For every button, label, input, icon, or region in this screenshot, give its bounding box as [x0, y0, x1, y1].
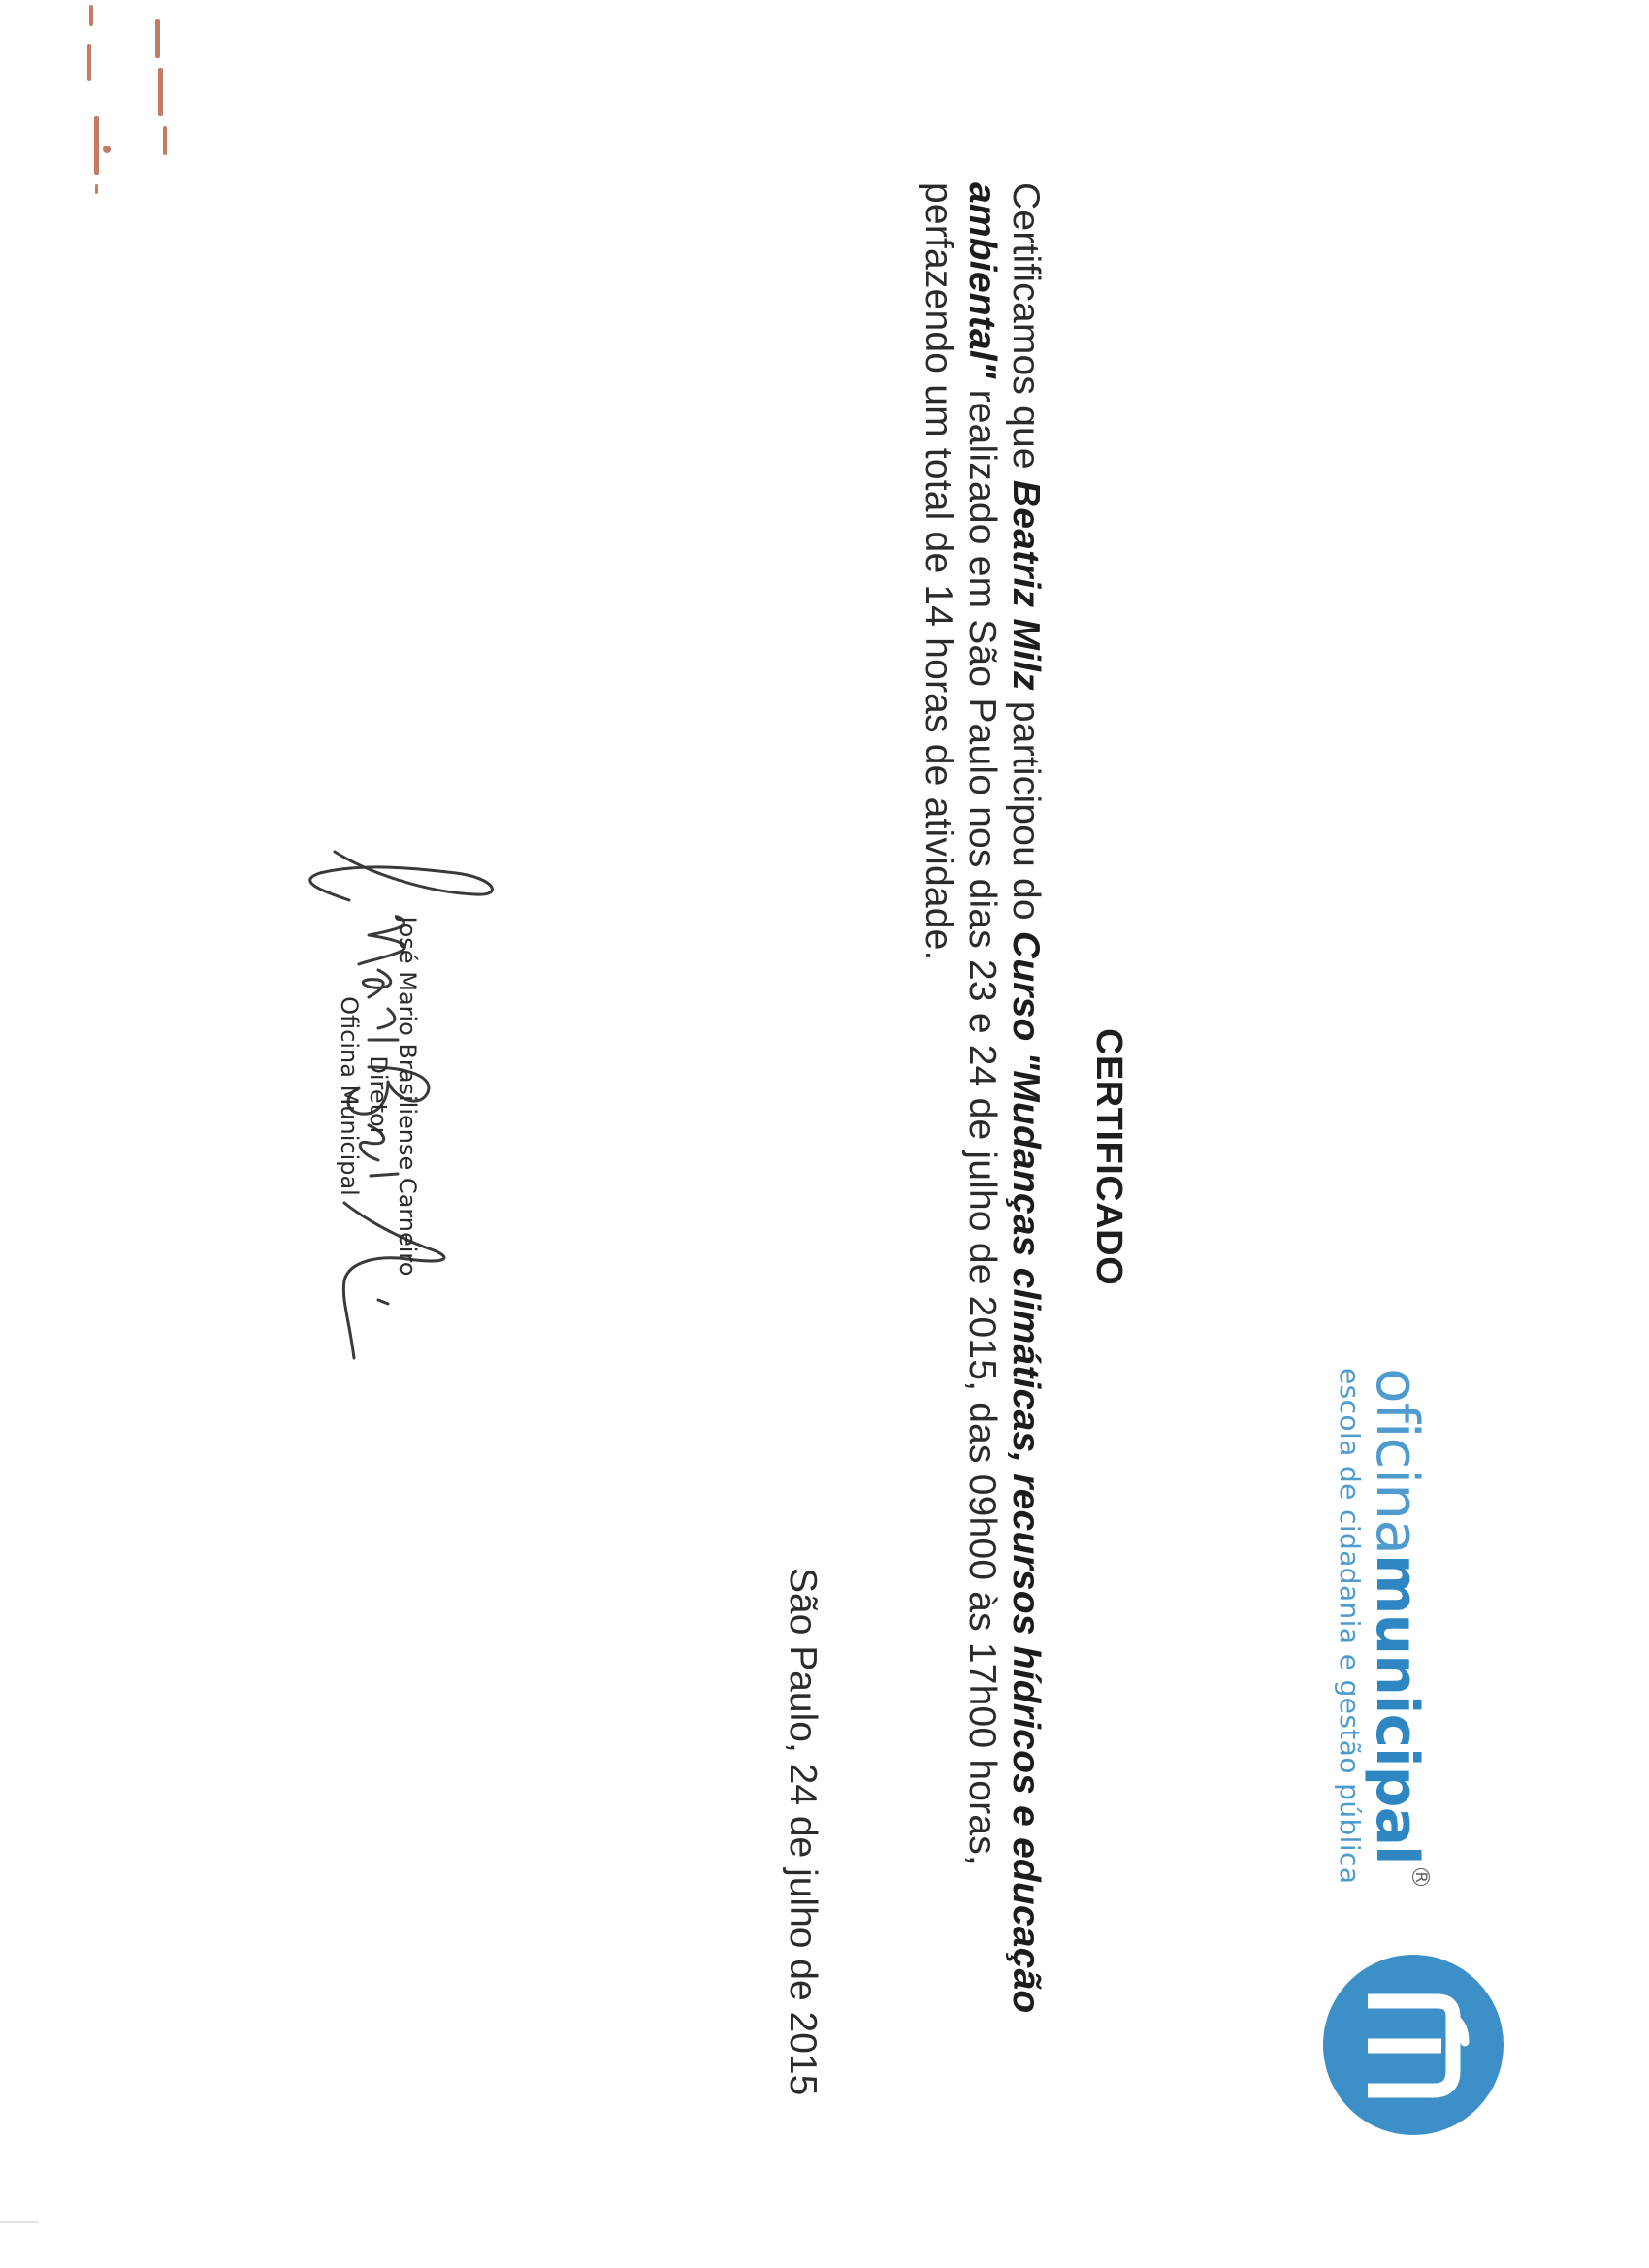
- signatory-role: Diretor: [365, 1055, 392, 1137]
- certificate-title: CERTIFICADO: [1088, 1028, 1129, 1286]
- registered-mark-icon: R: [1412, 1867, 1431, 1886]
- brand-bold-text: municipal: [1363, 1553, 1431, 1864]
- signatory-block: José Mario Brasiliense Carneiro Diretor …: [335, 863, 422, 1329]
- oficina-municipal-logo-icon: [1323, 1955, 1504, 2135]
- certificate-body: Certificamos que Beatriz Milz participou…: [917, 182, 1048, 2016]
- signatory-name: José Mario Brasiliense Carneiro: [394, 916, 421, 1277]
- certificate-page: oficinamunicipal R escola de cidadania e …: [0, 0, 1649, 2268]
- brand-light-text: oficina: [1363, 1368, 1431, 1554]
- participant-name: Beatriz Milz: [1005, 479, 1047, 691]
- brand-name: oficinamunicipal R: [1363, 1368, 1431, 1911]
- body-intro: Certificamos que: [1005, 182, 1047, 470]
- place-date: São Paulo, 24 de julho de 2015: [782, 1568, 824, 2096]
- signatory-organization: Oficina Municipal: [336, 996, 363, 1196]
- body-participated: participou do: [1005, 700, 1047, 921]
- brand-tagline: escola de cidadania e gestão pública: [1334, 1368, 1366, 1885]
- body-details: realizado em São Paulo nos dias 23 e 24 …: [918, 182, 1003, 1865]
